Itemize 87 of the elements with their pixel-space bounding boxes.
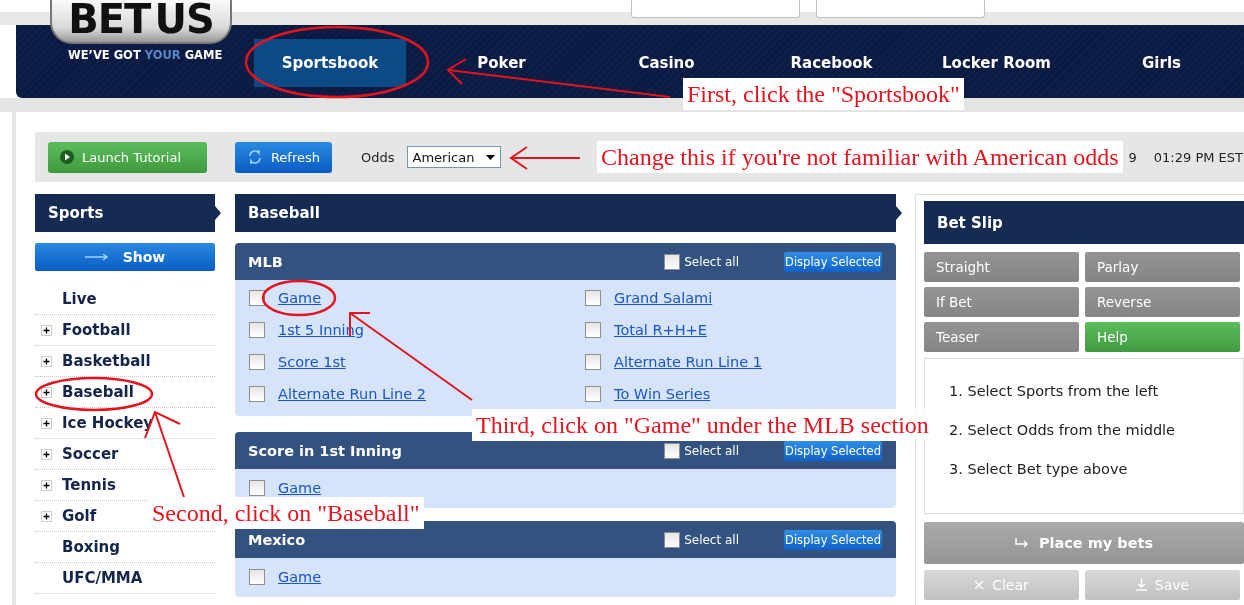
close-icon: [974, 580, 985, 590]
sport-item[interactable]: Golf: [62, 507, 97, 525]
checkbox[interactable]: [664, 253, 681, 270]
time-text: 01:29 PM EST: [1153, 149, 1243, 165]
sport-item[interactable]: Tennis: [62, 476, 116, 494]
nav-tab[interactable]: Racebook: [790, 53, 873, 72]
bet-type-button[interactable]: If Bet: [924, 287, 1079, 317]
checkbox[interactable]: [249, 480, 265, 496]
expand-icon[interactable]: [41, 386, 52, 398]
bet-type-link[interactable]: Game: [278, 290, 322, 306]
bet-slip-header: Bet Slip: [924, 201, 1244, 244]
sport-item[interactable]: UFC/MMA: [62, 569, 143, 587]
expand-icon[interactable]: [41, 417, 52, 429]
checkbox[interactable]: [249, 386, 265, 402]
expand-icon[interactable]: [41, 355, 52, 367]
date-text: 9: [1128, 149, 1137, 165]
checkbox[interactable]: [585, 386, 601, 402]
nav-tab[interactable]: Sportsbook: [254, 38, 406, 87]
bet-type-link[interactable]: Grand Salami: [614, 290, 713, 306]
bet-type-link[interactable]: Game: [278, 480, 322, 496]
refresh-icon: [247, 149, 263, 165]
annotation-label: First, click the "Sportsbook": [683, 78, 964, 110]
expand-icon[interactable]: [41, 324, 52, 336]
sport-item[interactable]: Baseball: [62, 383, 134, 401]
expand-icon[interactable]: [41, 479, 52, 491]
checkbox[interactable]: [664, 531, 681, 548]
sport-item[interactable]: Boxing: [62, 538, 120, 556]
logo-tagline: WE’VE GOT YOUR GAME: [68, 48, 223, 62]
sport-item[interactable]: Football: [62, 321, 131, 339]
download-icon: [1135, 579, 1147, 591]
bet-type-button[interactable]: Help: [1085, 322, 1240, 352]
display-selected-button[interactable]: Display Selected: [784, 529, 882, 550]
checkbox[interactable]: [249, 322, 265, 338]
bet-type-link[interactable]: To Win Series: [614, 386, 711, 402]
show-button[interactable]: Show: [35, 243, 215, 271]
section-title: Mexico: [248, 531, 307, 548]
bet-type-button[interactable]: Teaser: [924, 322, 1079, 352]
caret-icon: [485, 154, 495, 160]
input-field[interactable]: [816, 0, 985, 18]
sport-item[interactable]: Basketball: [62, 352, 151, 370]
select-all-checkbox[interactable]: Select all: [664, 253, 739, 270]
input-field[interactable]: [631, 0, 800, 18]
bet-type-link[interactable]: Alternate Run Line 1: [614, 354, 763, 370]
pointer-notch: [896, 206, 902, 220]
instruction-text: 3. Select Bet type above: [949, 461, 1129, 477]
annotation-label: Change this if you're not familiar with American odds: [597, 141, 1123, 173]
turn-arrow-icon: [1014, 538, 1029, 548]
play-icon: [60, 150, 74, 164]
checkbox[interactable]: [585, 290, 601, 306]
select-all-checkbox[interactable]: Select all: [664, 442, 739, 459]
odds-label: Odds: [361, 149, 395, 165]
display-selected-button[interactable]: Display Selected: [784, 440, 882, 461]
checkbox[interactable]: [249, 290, 265, 306]
bet-type-link[interactable]: Total R+H+E: [614, 322, 707, 338]
bet-type-button[interactable]: Straight: [924, 252, 1079, 282]
bet-type-button[interactable]: Reverse: [1085, 287, 1240, 317]
odds-select[interactable]: American: [406, 146, 501, 168]
refresh-button[interactable]: Refresh: [235, 141, 332, 173]
pointer-notch: [215, 206, 221, 220]
bet-type-link[interactable]: Alternate Run Line 2: [278, 386, 427, 402]
nav-tab[interactable]: Girls: [1142, 53, 1181, 72]
bet-type-button[interactable]: Parlay: [1085, 252, 1240, 282]
expand-icon[interactable]: [41, 448, 52, 460]
checkbox[interactable]: [249, 354, 265, 370]
arrow-right-icon: [84, 253, 109, 261]
checkbox[interactable]: [249, 569, 265, 585]
checkbox[interactable]: [664, 442, 681, 459]
instruction-text: 1. Select Sports from the left: [949, 383, 1160, 399]
sport-item[interactable]: Live: [62, 290, 97, 308]
checkbox[interactable]: [585, 322, 601, 338]
nav-tab[interactable]: Poker: [477, 53, 526, 72]
display-selected-button[interactable]: Display Selected: [784, 251, 882, 272]
sport-item[interactable]: Soccer: [62, 445, 119, 463]
section-title: MLB: [248, 253, 284, 270]
logo[interactable]: BETUS: [50, 0, 232, 44]
nav-tab[interactable]: Casino: [638, 53, 695, 72]
section-title: Score in 1st Inning: [248, 442, 403, 459]
nav-tab[interactable]: Locker Room: [942, 53, 1051, 72]
arrow: [509, 146, 581, 170]
instruction-text: 2. Select Odds from the middle: [949, 422, 1177, 438]
bet-type-link[interactable]: Score 1st: [278, 354, 346, 370]
select-all-checkbox[interactable]: Select all: [664, 531, 739, 548]
expand-icon[interactable]: [41, 510, 52, 522]
checkbox[interactable]: [585, 354, 601, 370]
annotation-label: Second, click on "Baseball": [148, 497, 424, 529]
launch-tutorial-button[interactable]: Launch Tutorial: [48, 141, 207, 173]
bet-type-link[interactable]: Game: [278, 569, 322, 585]
